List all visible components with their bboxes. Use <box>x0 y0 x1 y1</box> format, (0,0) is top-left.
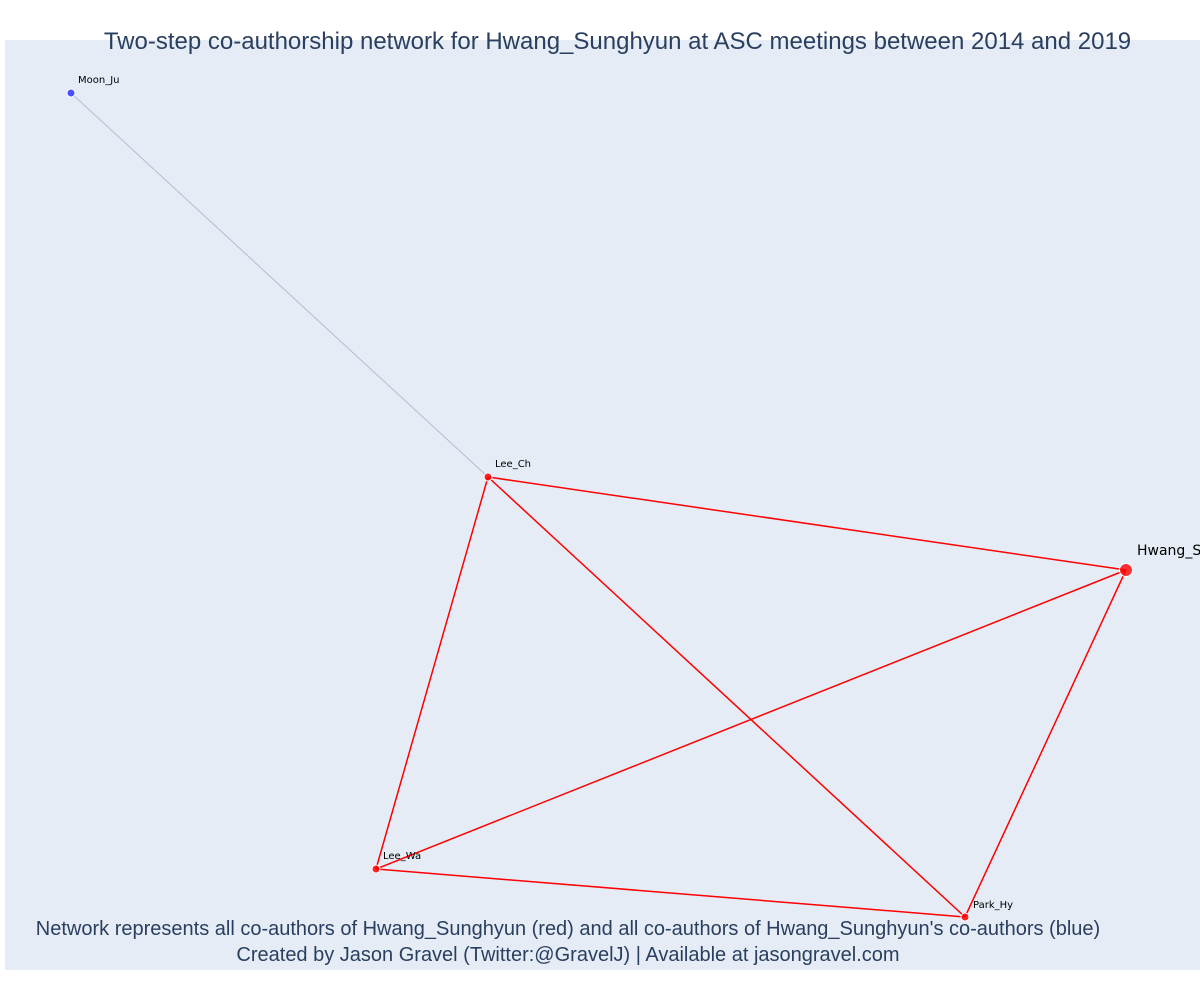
edge-lee_wa-park_hy <box>375 868 966 918</box>
edge-lee_ch-park_hy <box>487 476 966 918</box>
edges-layer <box>70 92 1127 918</box>
labels-layer: Hwang_S Lee_Ch Lee_Wa Park_Hy Moon_Ju <box>78 75 1200 911</box>
node-moon-ju[interactable] <box>66 88 76 98</box>
node-lee-ch[interactable] <box>483 472 493 482</box>
nodes-layer <box>66 88 1133 922</box>
chart-title: Two-step co-authorship network for Hwang… <box>103 28 1132 55</box>
network-graph: Hwang_S Lee_Ch Lee_Wa Park_Hy Moon_Ju <box>66 75 1200 922</box>
node-label-park-hy: Park_Hy <box>973 900 1013 911</box>
edge-moon_ju-lee_ch <box>70 92 489 478</box>
node-label-lee-ch: Lee_Ch <box>495 459 531 470</box>
node-hwang-sunghyun[interactable] <box>1119 563 1133 577</box>
edge-park_hy-hwang_sunghyun <box>964 569 1127 918</box>
node-lee-wa[interactable] <box>371 864 381 874</box>
edge-lee_ch-hwang_sunghyun <box>487 476 1127 571</box>
edge-lee_ch-lee_wa <box>375 476 489 870</box>
caption-credit: Created by Jason Gravel (Twitter:@Gravel… <box>236 944 900 966</box>
edge-lee_wa-hwang_sunghyun <box>375 569 1127 870</box>
node-label-hwang-sunghyun: Hwang_S <box>1137 543 1200 559</box>
network-figure: Hwang_S Lee_Ch Lee_Wa Park_Hy Moon_Ju Two-st… <box>0 0 1200 1000</box>
caption-legend-note: Network represents all co-authors of Hwa… <box>35 918 1101 940</box>
node-label-moon-ju: Moon_Ju <box>78 75 120 86</box>
node-label-lee-wa: Lee_Wa <box>383 851 421 862</box>
